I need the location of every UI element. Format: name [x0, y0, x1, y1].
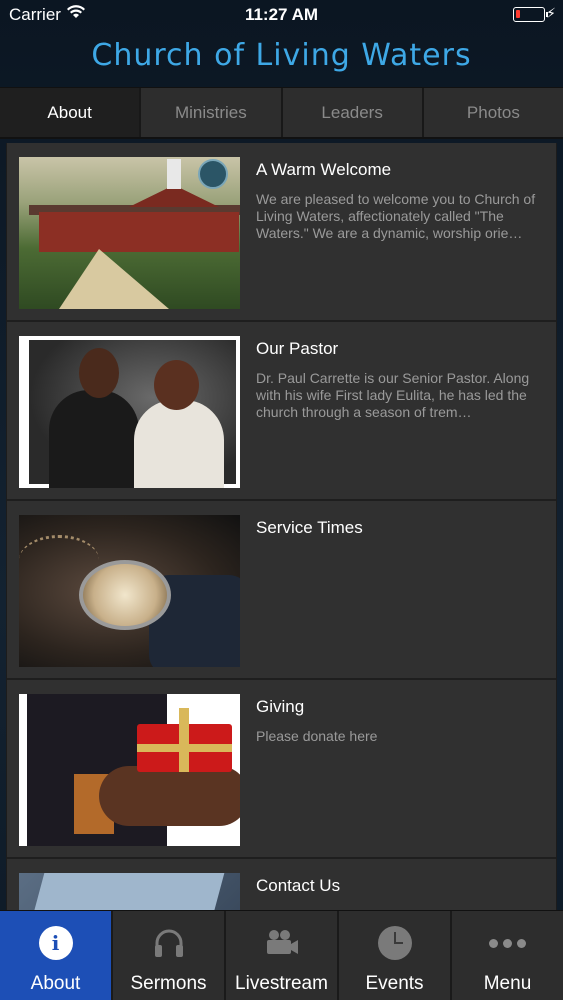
nav-label: About	[30, 973, 81, 994]
nav-livestream[interactable]: Livestream	[226, 911, 339, 1000]
item-title: A Warm Welcome	[256, 160, 392, 179]
pocket-watch-image	[19, 515, 240, 667]
tab-photos[interactable]: Photos	[423, 88, 563, 137]
nav-label: Livestream	[235, 973, 328, 994]
clock-icon	[377, 925, 413, 961]
status-bar: Carrier 11:27 AM ⚡	[0, 0, 563, 30]
app-title: Church of Living Waters	[91, 38, 472, 73]
nav-label: Menu	[483, 973, 532, 994]
church-logo-icon	[198, 159, 228, 189]
church-building-image	[19, 157, 240, 309]
item-description: Dr. Paul Carrette is our Senior Pastor. …	[256, 370, 530, 420]
item-title: Contact Us	[256, 876, 341, 895]
nav-menu[interactable]: Menu	[452, 911, 563, 1000]
battery-icon	[513, 7, 548, 22]
headphones-icon	[151, 925, 187, 961]
top-tab-bar: About Ministries Leaders Photos	[0, 87, 563, 139]
item-description	[256, 549, 546, 601]
app-screen: Carrier 11:27 AM ⚡ Church of Living Wate…	[0, 0, 563, 1000]
list-item-welcome[interactable]: A Warm Welcome We are pleased to welcome…	[7, 143, 556, 322]
nav-events[interactable]: Events	[339, 911, 452, 1000]
info-icon: i	[38, 925, 74, 961]
item-title: Service Times	[256, 518, 363, 537]
list-item-pastor[interactable]: Our Pastor Dr. Paul Carrette is our Seni…	[7, 322, 556, 501]
nav-sermons[interactable]: Sermons	[113, 911, 226, 1000]
pastor-photo	[19, 336, 240, 488]
gift-box-image	[19, 694, 240, 846]
more-dots-icon	[489, 925, 526, 961]
bottom-tab-bar: i About Sermons Livestream Events Menu	[0, 910, 563, 1000]
nav-about[interactable]: i About	[0, 911, 113, 1000]
nav-label: Sermons	[130, 973, 207, 994]
item-title: Our Pastor	[256, 339, 339, 358]
item-title: Giving	[256, 697, 305, 716]
tab-leaders[interactable]: Leaders	[282, 88, 424, 137]
item-description: We are pleased to welcome you to Church …	[256, 191, 536, 241]
tab-about[interactable]: About	[0, 88, 142, 137]
nav-label: Events	[365, 973, 424, 994]
list-item-giving[interactable]: Giving Please donate here	[7, 680, 556, 859]
tab-ministries[interactable]: Ministries	[141, 88, 283, 137]
phone-image	[19, 873, 240, 910]
status-time: 11:27 AM	[244, 5, 319, 24]
item-description: Please donate here	[256, 728, 378, 744]
video-camera-icon	[264, 925, 300, 961]
about-list[interactable]: A Warm Welcome We are pleased to welcome…	[6, 143, 557, 910]
charging-bolt-icon: ⚡	[546, 5, 556, 21]
list-item-contact[interactable]: Contact Us	[7, 859, 556, 910]
list-item-service-times[interactable]: Service Times	[7, 501, 556, 680]
